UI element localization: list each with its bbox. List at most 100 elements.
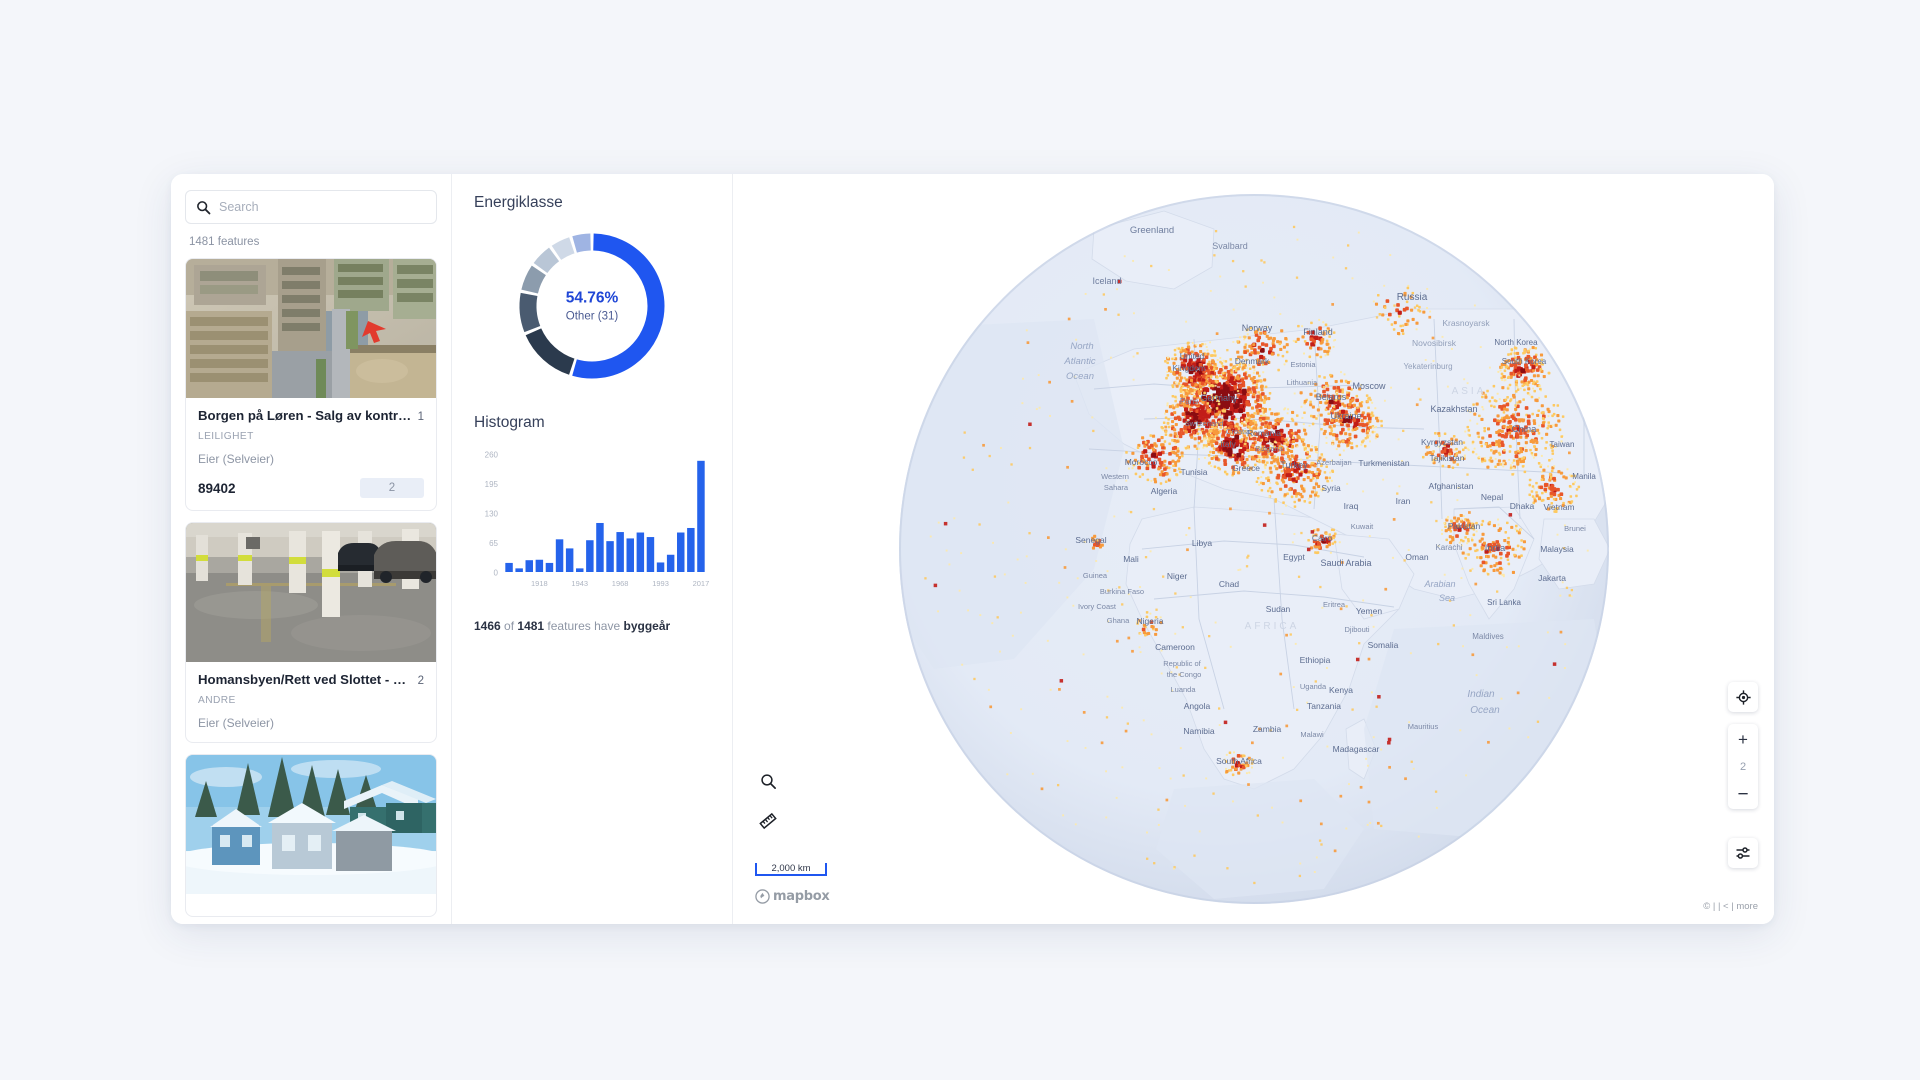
map-ruler-icon[interactable] [755,808,781,834]
svg-text:Afghanistan: Afghanistan [1428,481,1473,491]
aerial-apartment-complex-photo [186,259,436,398]
svg-text:Guinea: Guinea [1082,571,1107,580]
list-item-id: 89402 [198,481,236,496]
svg-text:2017: 2017 [693,579,710,588]
svg-text:Taiwan: Taiwan [1549,440,1574,449]
list-item-ownership: Eier (Selveier) [198,452,424,466]
snowy-houses-photo [186,755,436,894]
svg-text:Kuwait: Kuwait [1350,522,1373,531]
svg-text:130: 130 [485,510,499,519]
svg-text:1968: 1968 [612,579,629,588]
map-locate-control[interactable] [1728,682,1758,712]
svg-text:Cameroon: Cameroon [1155,642,1195,652]
svg-text:Russia: Russia [1396,292,1427,303]
histogram-chart[interactable]: 06513019526019181943196819932017 [474,446,710,603]
svg-text:Turkey: Turkey [1280,460,1308,470]
svg-text:India: India [1484,543,1505,554]
svg-text:Malaysia: Malaysia [1540,544,1574,554]
svg-text:Senegal: Senegal [1075,535,1106,545]
mapbox-wordmark: mapbox [773,889,829,904]
mapbox-logo[interactable]: mapbox [755,889,829,904]
map-pane[interactable]: GreenlandSvalbardIcelandRussiaNorwayFinl… [733,174,1774,924]
svg-text:Cairo: Cairo [1311,533,1332,543]
svg-text:Saudi Arabia: Saudi Arabia [1320,558,1371,568]
svg-text:Republic of: Republic of [1163,659,1201,668]
svg-text:1993: 1993 [652,579,669,588]
svg-text:Maldives: Maldives [1472,632,1504,641]
histogram-title: Histogram [474,414,710,432]
svg-text:Ukraine: Ukraine [1330,411,1361,421]
svg-text:Angola: Angola [1183,701,1210,711]
svg-text:Manila: Manila [1572,472,1596,481]
svg-text:Tunisia: Tunisia [1180,467,1207,477]
svg-text:Namibia: Namibia [1183,726,1214,736]
map-zoom-control[interactable]: + 2 − [1728,724,1758,809]
svg-text:Mali: Mali [1123,554,1139,564]
globe-map[interactable]: GreenlandSvalbardIcelandRussiaNorwayFinl… [894,189,1614,909]
map-search-icon[interactable] [755,768,781,794]
svg-text:260: 260 [485,451,499,460]
svg-text:Luanda: Luanda [1170,685,1196,694]
map-settings-control[interactable] [1728,838,1758,868]
svg-text:Libya: Libya [1191,538,1212,548]
svg-text:Norway: Norway [1241,323,1272,333]
svg-text:Mauritius: Mauritius [1407,722,1438,731]
svg-text:Kingdom: Kingdom [1172,363,1206,373]
svg-text:Syria: Syria [1321,483,1341,493]
status-badge: 2 [360,478,424,498]
svg-text:Zambia: Zambia [1252,724,1281,734]
svg-text:Dhaka: Dhaka [1509,501,1534,511]
svg-text:Algeria: Algeria [1150,486,1177,496]
list-item-ownership: Eier (Selveier) [198,716,424,730]
histogram-svg: 06513019526019181943196819932017 [474,446,711,598]
svg-text:Burkina Faso: Burkina Faso [1099,587,1143,596]
svg-text:Sudan: Sudan [1265,604,1290,614]
svg-text:China: China [1511,424,1537,435]
zoom-in-button[interactable]: + [1728,724,1758,754]
svg-text:1943: 1943 [571,579,588,588]
list-item-count: 1 [418,411,424,423]
donut-chart-svg [512,226,672,386]
svg-text:Estonia: Estonia [1290,360,1316,369]
svg-text:Ocean: Ocean [1470,705,1500,716]
svg-text:Niger: Niger [1166,571,1186,581]
svg-text:Pakistan: Pakistan [1447,521,1480,531]
svg-text:Madagascar: Madagascar [1332,744,1379,754]
list-item-type: LEILIGHET [198,431,424,442]
card-title-row: Borgen på Løren - Salg av kontrakt |... … [198,408,424,423]
svg-text:Sri Lanka: Sri Lanka [1487,598,1521,607]
card-body: Homansbyen/Rett ved Slottet - Ved ... 2 … [186,662,436,742]
list-item[interactable]: Homansbyen/Rett ved Slottet - Ved ... 2 … [185,522,437,743]
svg-text:Yemen: Yemen [1355,606,1381,616]
zoom-level-label: 2 [1728,754,1758,779]
search-input[interactable] [219,200,426,214]
svg-text:Kenya: Kenya [1328,685,1352,695]
list-item[interactable]: Borgen på Løren - Salg av kontrakt |... … [185,258,437,511]
feature-list[interactable]: Borgen på Løren - Salg av kontrakt |... … [185,258,437,924]
sliders-icon[interactable] [1728,838,1758,868]
svg-text:Germany: Germany [1200,393,1238,403]
app-window: 1481 features [171,174,1774,924]
svg-text:Nepal: Nepal [1480,492,1502,502]
search-box[interactable] [185,190,437,224]
svg-text:Iraq: Iraq [1343,501,1358,511]
svg-text:Atlantic: Atlantic [1063,356,1095,367]
svg-text:Egypt: Egypt [1283,552,1305,562]
svg-text:Malawi: Malawi [1300,730,1324,739]
svg-text:Somalia: Somalia [1367,640,1398,650]
svg-text:Oman: Oman [1405,552,1428,562]
list-item-title: Homansbyen/Rett ved Slottet - Ved ... [198,672,412,687]
donut-chart[interactable]: 54.76% Other (31) [474,226,710,386]
svg-text:Greece: Greece [1232,463,1260,473]
svg-text:Morocco: Morocco [1124,457,1157,467]
map-attribution[interactable]: © | | < | more [1703,901,1758,912]
list-item[interactable] [185,754,437,917]
svg-text:Azerbaijan: Azerbaijan [1316,458,1351,467]
svg-text:Lithuania: Lithuania [1286,378,1317,387]
locate-icon[interactable] [1728,682,1758,712]
svg-text:South Africa: South Africa [1216,756,1262,766]
card-body [186,894,436,916]
svg-text:ASIA: ASIA [1451,386,1486,397]
zoom-out-button[interactable]: − [1728,779,1758,809]
svg-text:Italy: Italy [1220,439,1236,449]
